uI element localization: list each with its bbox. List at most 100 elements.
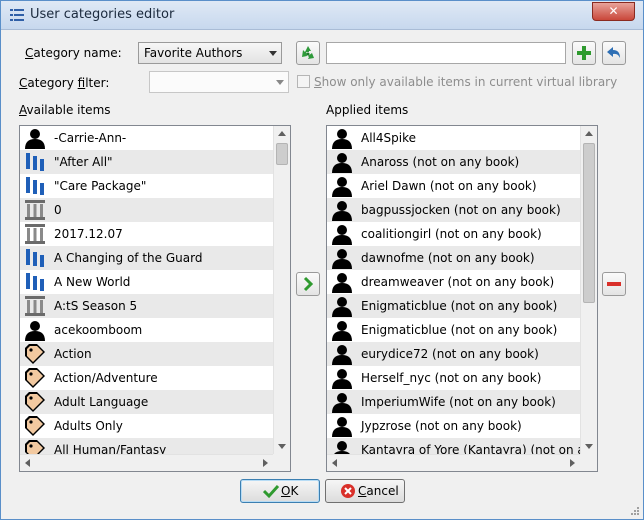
list-item[interactable]: "After All" (20, 150, 273, 174)
series-icon (26, 249, 44, 267)
list-item-label: "Care Package" (54, 179, 147, 193)
arrow-left-icon (332, 459, 337, 467)
list-item[interactable]: Herself_nyc (not on any book) (327, 366, 580, 390)
list-item[interactable]: bagpussjocken (not on any book) (327, 198, 580, 222)
list-item[interactable]: Adult Language (20, 390, 273, 414)
list-item[interactable]: dreamweaver (not on any book) (327, 270, 580, 294)
scroll-corner (580, 454, 597, 471)
list-item-label: Herself_nyc (not on any book) (361, 371, 542, 385)
publisher-icon (25, 296, 45, 316)
scroll-right-button[interactable] (564, 455, 580, 471)
applied-items-list[interactable]: All4Spike Anaross (not on any book) Ariel … (326, 125, 598, 472)
list-item[interactable]: Action (20, 342, 273, 366)
publisher-icon (25, 200, 45, 220)
list-item[interactable]: Ariel Dawn (not on any book) (327, 174, 580, 198)
category-name-value: Favorite Authors (144, 46, 243, 60)
available-vertical-scrollbar[interactable] (273, 126, 290, 454)
user-icon (332, 129, 352, 149)
cancel-button[interactable]: Cancel (325, 479, 405, 503)
list-item-label: Anaross (not on any book) (361, 155, 520, 169)
list-item[interactable]: All4Spike (327, 126, 580, 150)
list-item-label: 0 (54, 203, 62, 217)
user-icon (332, 225, 352, 245)
scroll-left-button[interactable] (327, 455, 343, 471)
scroll-up-button[interactable] (274, 126, 290, 142)
resize-grip-icon[interactable] (630, 506, 640, 516)
list-item[interactable]: Anaross (not on any book) (327, 150, 580, 174)
scroll-down-button[interactable] (581, 438, 597, 454)
list-item[interactable]: A New World (20, 270, 273, 294)
list-item[interactable]: 0 (20, 198, 273, 222)
close-button[interactable]: ✕ (592, 2, 635, 21)
user-icon (332, 153, 352, 173)
category-name-input[interactable] (326, 42, 566, 64)
series-icon (26, 177, 44, 195)
arrow-up-icon (585, 131, 593, 136)
add-category-button[interactable] (572, 41, 596, 65)
list-item[interactable]: 2017.12.07 (20, 222, 273, 246)
recycle-button[interactable] (296, 41, 320, 65)
available-horizontal-scrollbar[interactable] (20, 454, 273, 471)
list-item[interactable]: dawnofme (not on any book) (327, 246, 580, 270)
chevron-down-icon (276, 80, 284, 85)
list-item-label: "After All" (54, 155, 113, 169)
category-filter-combo[interactable] (149, 71, 289, 93)
list-item-label: A New World (54, 275, 131, 289)
list-item-label: bagpussjocken (not on any book) (361, 203, 561, 217)
tag-icon (25, 368, 45, 388)
list-item[interactable]: Jypzrose (not on any book) (327, 414, 580, 438)
list-item[interactable]: eurydice72 (not on any book) (327, 342, 580, 366)
undo-button[interactable] (602, 41, 626, 65)
scroll-thumb[interactable] (583, 143, 595, 303)
applied-horizontal-scrollbar[interactable] (327, 454, 580, 471)
minus-icon (607, 282, 621, 286)
list-item[interactable]: Enigmaticblue (not on any book) (327, 318, 580, 342)
dialog-window: User categories editor ✕ Category name: … (0, 0, 644, 520)
list-item-label: All4Spike (361, 131, 416, 145)
publisher-icon (25, 224, 45, 244)
list-item[interactable]: coalitiongirl (not on any book) (327, 222, 580, 246)
user-icon (332, 273, 352, 293)
remove-item-button[interactable] (602, 272, 626, 296)
list-item-label: A:tS Season 5 (54, 299, 138, 313)
available-items-list[interactable]: -Carrie-Ann- "After All" "Care Package" 0 20… (19, 125, 291, 472)
arrow-up-icon (278, 131, 286, 136)
available-items-header: Available items (19, 103, 111, 117)
scroll-up-button[interactable] (581, 126, 597, 142)
category-name-combo[interactable]: Favorite Authors (138, 42, 282, 64)
list-item[interactable]: ImperiumWife (not on any book) (327, 390, 580, 414)
scroll-thumb[interactable] (276, 143, 288, 165)
applied-vertical-scrollbar[interactable] (580, 126, 597, 454)
plus-icon (577, 46, 591, 60)
list-item[interactable]: acekoomboom (20, 318, 273, 342)
cancel-icon (341, 484, 355, 498)
title-bar[interactable]: User categories editor ✕ (1, 1, 643, 30)
only-available-checkbox[interactable] (297, 75, 310, 88)
list-item-label: coalitiongirl (not on any book) (361, 227, 542, 241)
list-item[interactable]: A:tS Season 5 (20, 294, 273, 318)
window-title: User categories editor (30, 7, 175, 22)
list-item-label: Action (54, 347, 92, 361)
recycle-icon (302, 46, 314, 59)
apply-item-button[interactable] (296, 272, 320, 296)
user-icon (25, 129, 45, 149)
series-icon (26, 153, 44, 171)
list-item[interactable]: Action/Adventure (20, 366, 273, 390)
list-item-label: acekoomboom (54, 323, 143, 337)
ok-button[interactable]: OK (240, 479, 320, 503)
list-item[interactable]: Enigmaticblue (not on any book) (327, 294, 580, 318)
scroll-left-button[interactable] (20, 455, 36, 471)
only-available-label: Show only available items in current vir… (314, 75, 618, 89)
cancel-label: Cancel (358, 484, 399, 498)
list-item[interactable]: "Care Package" (20, 174, 273, 198)
applied-items-header: Applied items (326, 103, 409, 117)
list-item[interactable]: -Carrie-Ann- (20, 126, 273, 150)
user-icon (332, 417, 352, 437)
scroll-right-button[interactable] (257, 455, 273, 471)
scroll-down-button[interactable] (274, 438, 290, 454)
list-item[interactable]: A Changing of the Guard (20, 246, 273, 270)
list-item[interactable]: Adults Only (20, 414, 273, 438)
user-icon (332, 177, 352, 197)
close-icon: ✕ (608, 4, 619, 18)
user-icon (332, 201, 352, 221)
